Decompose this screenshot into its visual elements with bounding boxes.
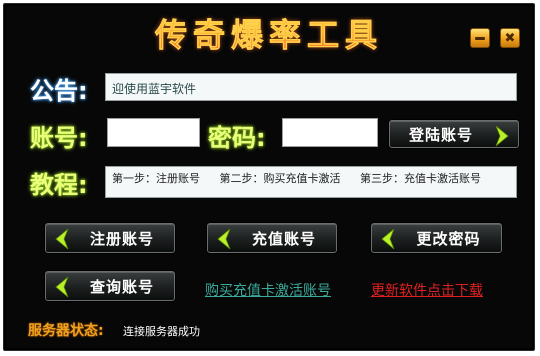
chevron-left-icon bbox=[217, 228, 231, 250]
minimize-button[interactable] bbox=[470, 28, 490, 48]
register-button-label: 注册账号 bbox=[89, 229, 154, 248]
register-button[interactable]: 注册账号 bbox=[45, 223, 175, 253]
recharge-button[interactable]: 充值账号 bbox=[207, 223, 337, 253]
login-button[interactable]: 登陆账号 bbox=[389, 120, 519, 148]
tutorial-step: 第一步：注册账号 bbox=[112, 172, 200, 185]
chevron-left-icon bbox=[55, 228, 69, 250]
close-icon: ✖ bbox=[504, 30, 516, 46]
query-account-button[interactable]: 查询账号 bbox=[45, 271, 175, 301]
chevron-left-icon bbox=[381, 228, 395, 250]
change-password-button[interactable]: 更改密码 bbox=[371, 223, 502, 253]
notice-text: 迎使用蓝宇软件 bbox=[105, 73, 517, 101]
server-status-label: 服务器状态: bbox=[28, 323, 104, 339]
query-account-button-label: 查询账号 bbox=[89, 277, 154, 296]
recharge-button-label: 充值账号 bbox=[251, 229, 316, 248]
tutorial-step: 第二步：购买充值卡激活 bbox=[219, 172, 341, 185]
chevron-right-icon bbox=[495, 125, 509, 147]
tutorial-steps: 第一步：注册账号 第二步：购买充值卡激活 第三步：充值卡激活账号 bbox=[105, 166, 517, 198]
window-title: 传奇爆率工具 bbox=[4, 10, 534, 56]
notice-label: 公告: bbox=[30, 77, 88, 105]
app-window: 传奇爆率工具 ✖ 公告: 迎使用蓝宇软件 账号: 密码: 登陆账号 教程: 第一… bbox=[3, 3, 535, 351]
password-input[interactable] bbox=[282, 118, 378, 147]
login-button-label: 登陆账号 bbox=[408, 125, 473, 144]
server-status-value: 连接服务器成功 bbox=[123, 325, 200, 338]
account-input[interactable] bbox=[107, 118, 200, 147]
close-button[interactable]: ✖ bbox=[500, 28, 520, 48]
update-download-link[interactable]: 更新软件点击下载 bbox=[371, 280, 483, 300]
chevron-left-icon bbox=[55, 276, 69, 298]
tutorial-label: 教程: bbox=[30, 171, 88, 199]
account-label: 账号: bbox=[30, 124, 88, 152]
buy-card-link[interactable]: 购买充值卡激活账号 bbox=[205, 280, 331, 300]
password-label: 密码: bbox=[208, 124, 266, 152]
minimize-icon bbox=[475, 36, 485, 40]
change-password-button-label: 更改密码 bbox=[416, 229, 481, 248]
tutorial-step: 第三步：充值卡激活账号 bbox=[360, 172, 481, 185]
